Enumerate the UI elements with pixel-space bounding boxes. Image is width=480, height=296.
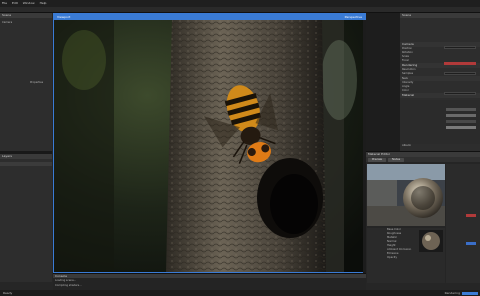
tab-preview[interactable]: Preview	[368, 157, 386, 162]
material-params-panel	[400, 100, 480, 144]
console-line: Compiling shaders...	[55, 284, 82, 287]
material-side-props	[446, 164, 480, 283]
scene-panel-item[interactable]: Camera	[0, 21, 52, 25]
menu-file[interactable]: File	[2, 0, 7, 6]
node-row[interactable]: Opacity	[367, 256, 445, 260]
metallic-swatch[interactable]	[446, 120, 476, 123]
menu-edit[interactable]: Edit	[12, 0, 18, 6]
scene-panel-title: Scene	[0, 13, 52, 18]
resolution-field[interactable]	[444, 72, 476, 75]
menubar: File Edit Window Help	[0, 0, 480, 7]
roughness-swatch[interactable]	[446, 114, 476, 117]
material-panel: Albedo	[400, 143, 480, 151]
intensity-field[interactable]	[444, 92, 476, 95]
material-row-albedo: Albedo	[402, 144, 411, 147]
status-right: Rendering	[444, 291, 460, 295]
menu-window[interactable]: Window	[23, 0, 35, 6]
statusbar: Ready Rendering	[0, 290, 480, 296]
material-tabs: Preview Nodes	[366, 157, 480, 162]
normal-swatch[interactable]	[446, 126, 476, 129]
layers-row-highlight[interactable]	[0, 162, 52, 166]
scene-panel: Scene Camera Properties	[0, 13, 52, 151]
side-prop-blue[interactable]	[466, 242, 476, 245]
menu-help[interactable]: Help	[40, 0, 47, 6]
status-left: Ready	[3, 291, 13, 295]
node-list: Base Color Roughness Metallic Normal Hei…	[367, 228, 445, 283]
node-thumbnail	[419, 230, 443, 252]
layers-panel: Layers	[0, 154, 52, 282]
position-field[interactable]	[444, 46, 476, 49]
viewport[interactable]: Viewport Perspective	[53, 13, 366, 273]
material-preview-image	[367, 164, 445, 226]
viewport-render	[54, 20, 365, 272]
status-progress	[462, 291, 478, 295]
color-swatch[interactable]	[444, 62, 476, 65]
side-prop-red[interactable]	[466, 214, 476, 217]
albedo-swatch[interactable]	[446, 108, 476, 111]
scene-panel-right-label: Properties	[30, 81, 44, 84]
right-lower-area	[366, 13, 400, 151]
material-editor: Material Editor Preview Nodes Base Color…	[366, 151, 480, 283]
tab-nodes[interactable]: Nodes	[388, 157, 404, 162]
properties-panel-title: Scene	[400, 13, 480, 18]
layers-panel-title: Layers	[0, 154, 52, 159]
